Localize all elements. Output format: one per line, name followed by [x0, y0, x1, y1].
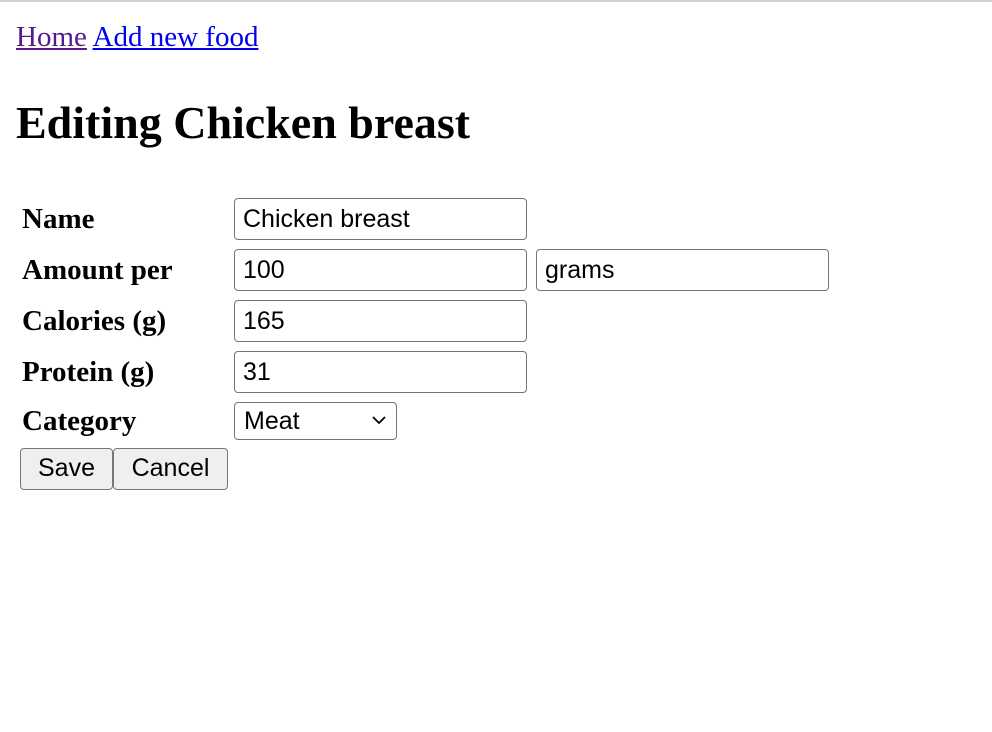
save-button[interactable]: Save	[20, 448, 113, 490]
home-link[interactable]: Home	[16, 21, 87, 53]
calories-label: Calories (g)	[22, 305, 167, 337]
page-title: Editing Chicken breast	[16, 97, 471, 148]
category-select[interactable]: Meat	[234, 402, 397, 440]
amount-per-label: Amount per	[22, 254, 173, 286]
category-label: Category	[22, 405, 137, 437]
name-field[interactable]	[234, 198, 527, 240]
top-nav: Home Add new food	[16, 19, 258, 55]
protein-label: Protein (g)	[22, 356, 155, 388]
chevron-down-icon	[372, 416, 386, 425]
category-selected-value: Meat	[244, 407, 300, 435]
amount-field[interactable]	[234, 249, 527, 291]
calories-field[interactable]	[234, 300, 527, 342]
protein-field[interactable]	[234, 351, 527, 393]
name-label: Name	[22, 203, 95, 235]
cancel-button[interactable]: Cancel	[113, 448, 228, 490]
add-new-food-link[interactable]: Add new food	[93, 21, 259, 53]
unit-field[interactable]	[536, 249, 829, 291]
